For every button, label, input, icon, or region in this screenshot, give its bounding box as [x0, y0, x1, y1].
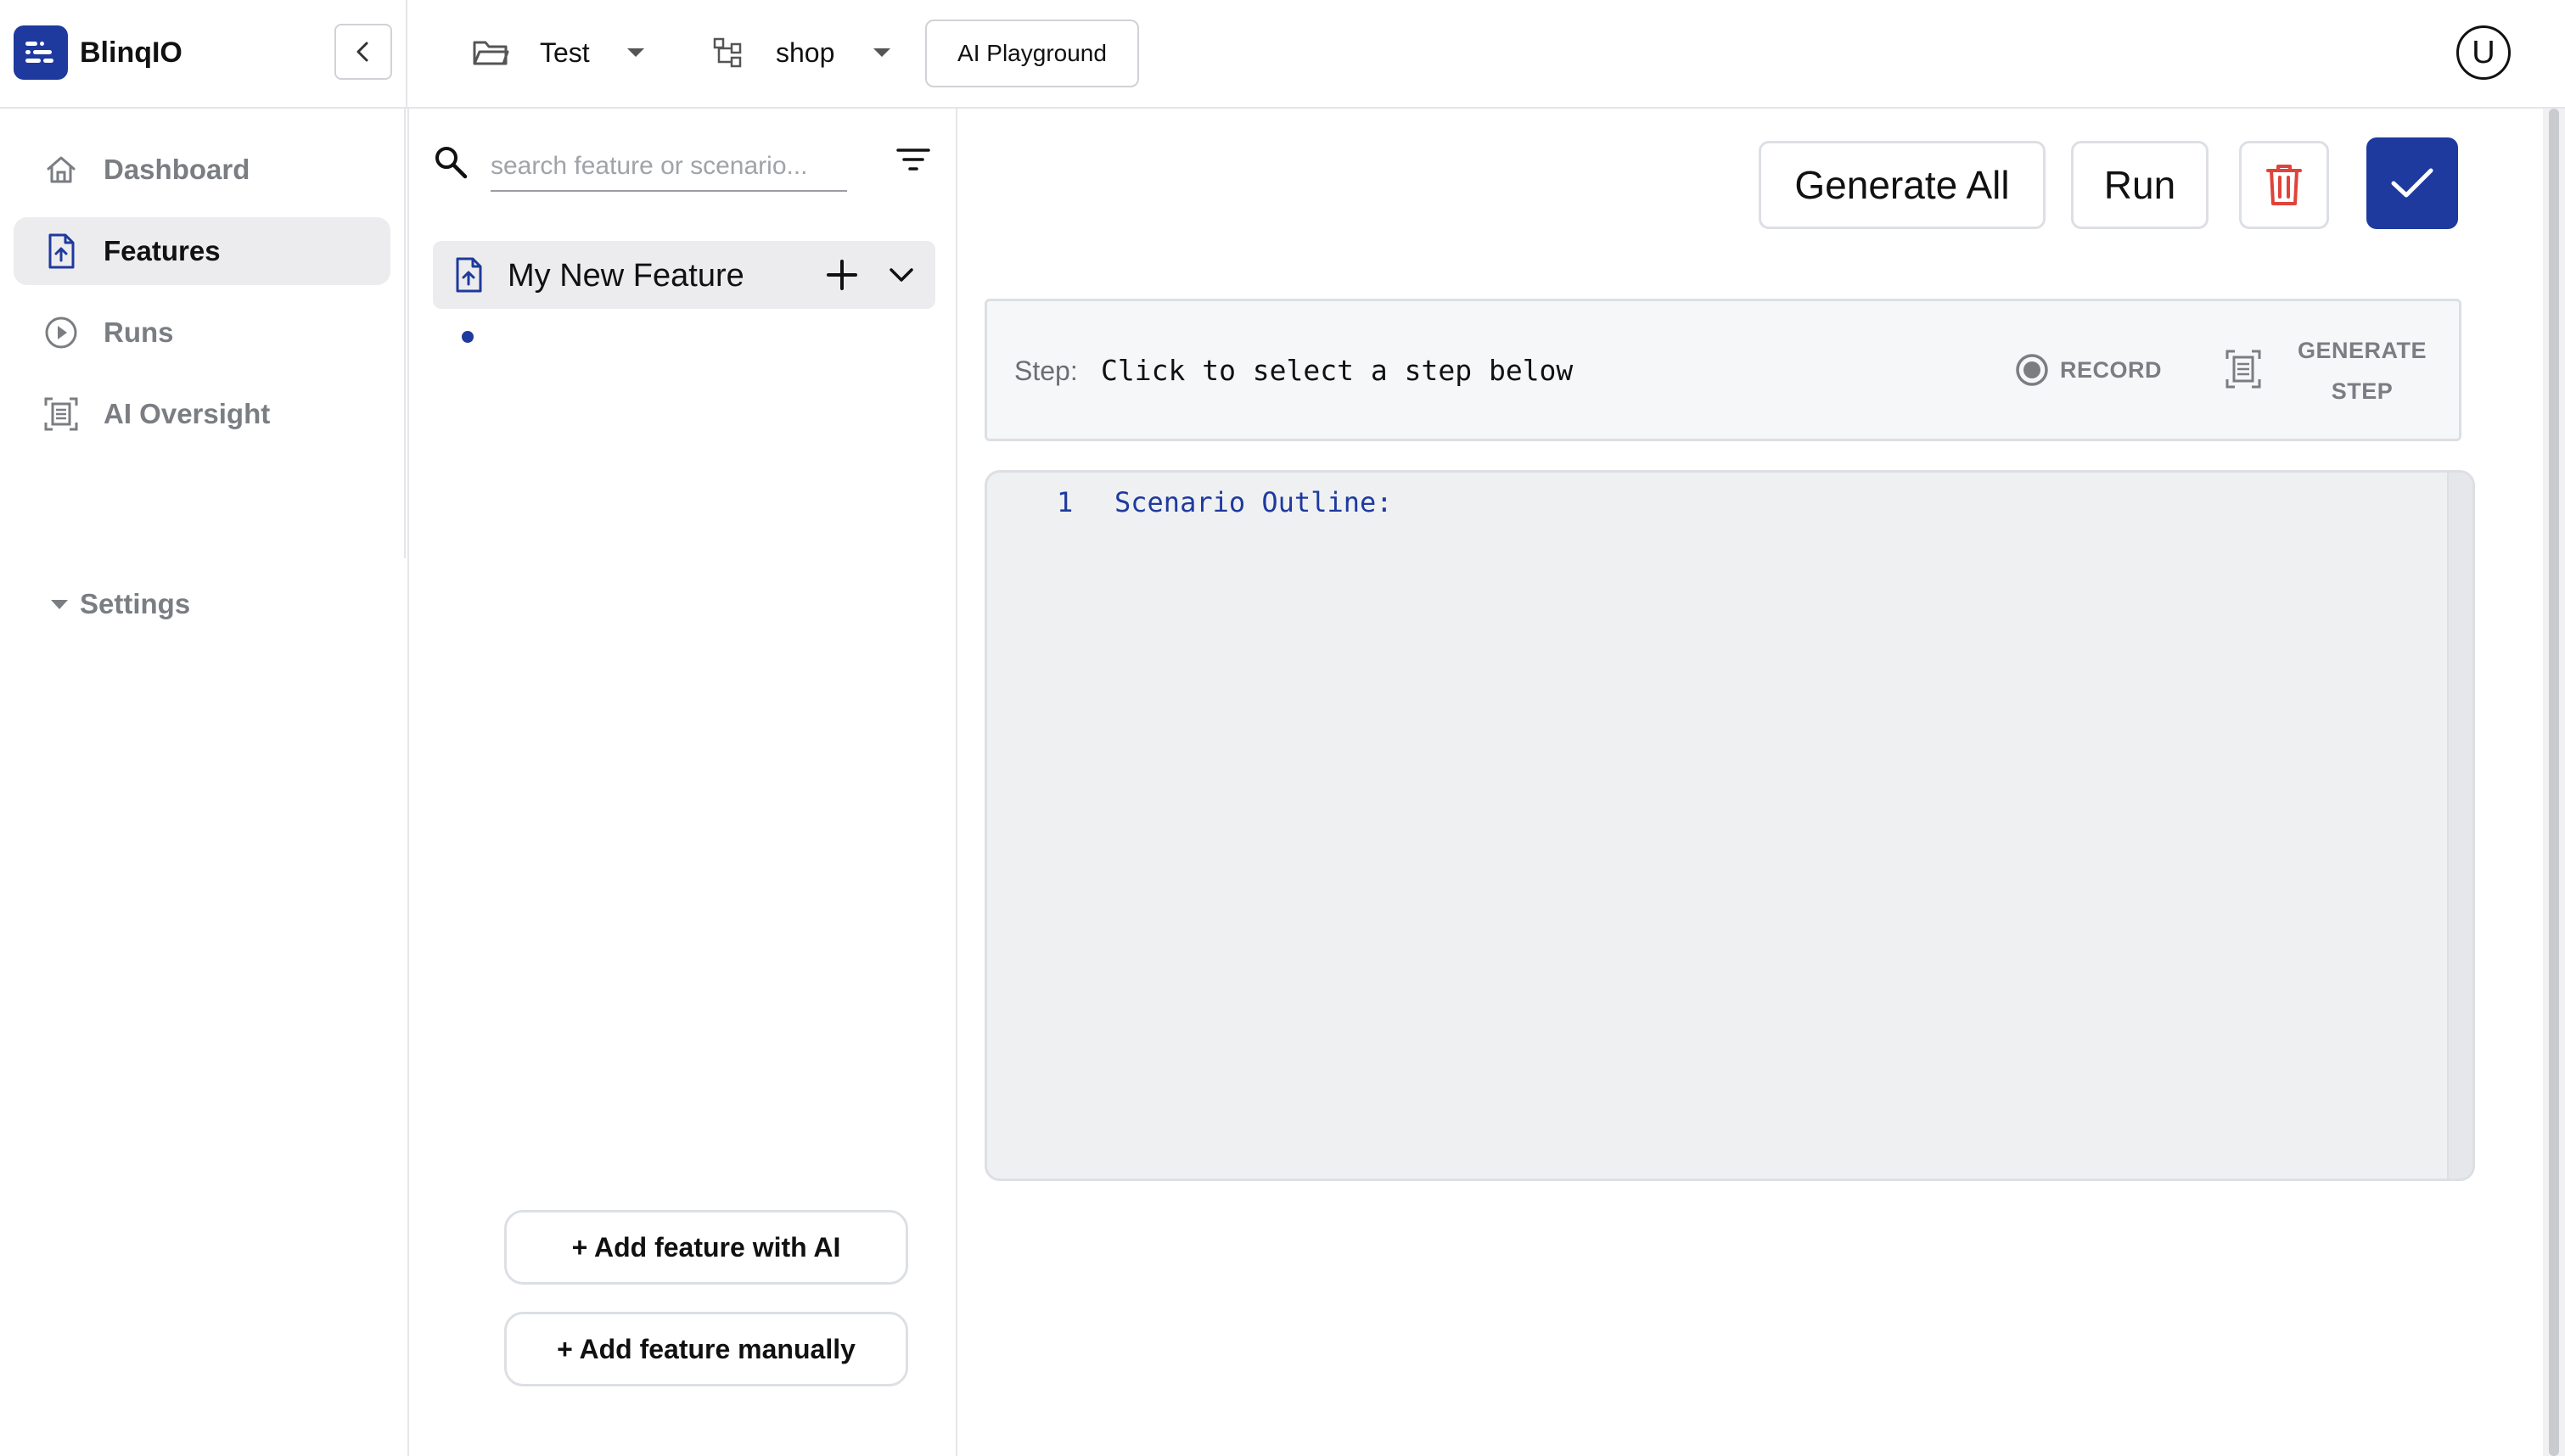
- caret-down-icon: [51, 599, 68, 609]
- feature-name: My New Feature: [508, 258, 744, 294]
- scenario-editor-area: Generate All Run Step: Click to select a…: [959, 109, 2540, 1456]
- sidebar-item-features[interactable]: Features: [14, 217, 390, 285]
- record-button[interactable]: RECORD: [2014, 352, 2162, 388]
- add-feature-manually-button[interactable]: + Add feature manually: [504, 1312, 908, 1386]
- run-button[interactable]: Run: [2071, 141, 2209, 229]
- sidebar-item-label: Features: [104, 235, 221, 266]
- sidebar-item-label: Runs: [104, 316, 174, 348]
- caret-down-icon: [626, 48, 644, 57]
- caret-down-icon: [873, 48, 891, 57]
- record-label: RECORD: [2060, 356, 2163, 383]
- project-name: Test: [540, 36, 590, 68]
- generate-all-button[interactable]: Generate All: [1759, 141, 2046, 229]
- filter-icon[interactable]: [896, 146, 930, 177]
- home-icon: [42, 151, 80, 188]
- sidebar-item-label: Dashboard: [104, 154, 250, 185]
- line-number: 1: [1057, 486, 1074, 518]
- ai-playground-button[interactable]: AI Playground: [925, 20, 1139, 87]
- header-divider: [406, 0, 407, 109]
- repository-selector[interactable]: shop: [713, 25, 891, 80]
- sidebar-item-dashboard[interactable]: Dashboard: [14, 136, 390, 204]
- code-line[interactable]: Scenario Outline:: [1114, 486, 1393, 518]
- search-input[interactable]: [491, 143, 847, 192]
- search-icon: [433, 144, 469, 184]
- generate-step-button[interactable]: GENERATE STEP: [2294, 330, 2430, 412]
- add-feature-with-ai-button[interactable]: + Add feature with AI: [504, 1210, 908, 1285]
- chevron-down-icon[interactable]: [886, 260, 917, 294]
- trash-icon: [2266, 165, 2302, 205]
- project-selector[interactable]: Test: [472, 25, 644, 80]
- app-logo-icon: [14, 25, 68, 80]
- step-hint: Click to select a step below: [1101, 354, 1574, 387]
- page-scrollbar[interactable]: [2543, 109, 2565, 1456]
- ai-oversight-icon: [42, 395, 80, 433]
- branch-tree-icon: [713, 37, 742, 68]
- repository-name: shop: [776, 36, 835, 68]
- collapse-sidebar-button[interactable]: [334, 24, 392, 80]
- scenario-bullet[interactable]: [462, 331, 474, 343]
- delete-button[interactable]: [2239, 141, 2329, 229]
- brand[interactable]: BlinqIO: [14, 25, 182, 80]
- feature-file-icon: [452, 256, 485, 298]
- record-icon: [2016, 354, 2048, 386]
- sidebar-item-label: Settings: [80, 588, 191, 619]
- scrollbar-thumb[interactable]: [2549, 109, 2559, 1456]
- check-icon: [2391, 168, 2433, 198]
- chevron-left-icon: [356, 42, 368, 62]
- sidebar: Dashboard Features Runs AI Oversight Set…: [0, 109, 406, 1456]
- sidebar-item-label: AI Oversight: [104, 398, 271, 429]
- sidebar-divider: [404, 109, 406, 558]
- code-editor[interactable]: 1 Scenario Outline:: [985, 470, 2475, 1181]
- folder-icon: [473, 41, 509, 65]
- feature-item[interactable]: My New Feature: [433, 241, 935, 309]
- top-bar: BlinqIO Test shop AI Playground U: [0, 0, 2565, 109]
- step-label: Step:: [1014, 356, 1078, 386]
- step-bar: Step: Click to select a step below RECOR…: [985, 299, 2461, 441]
- user-avatar[interactable]: U: [2456, 25, 2511, 80]
- sidebar-item-ai-oversight[interactable]: AI Oversight: [14, 380, 390, 448]
- feature-file-icon: [42, 232, 80, 270]
- add-scenario-icon[interactable]: [823, 256, 861, 298]
- sidebar-item-runs[interactable]: Runs: [14, 299, 390, 367]
- generate-step-icon[interactable]: [2225, 349, 2262, 394]
- sidebar-item-settings[interactable]: Settings: [51, 579, 190, 630]
- play-circle-icon: [42, 314, 80, 351]
- features-panel: My New Feature + Add feature with AI + A…: [407, 109, 957, 1456]
- editor-scrollbar[interactable]: [2447, 473, 2472, 1179]
- app-name: BlinqIO: [80, 36, 182, 69]
- confirm-button[interactable]: [2366, 137, 2458, 229]
